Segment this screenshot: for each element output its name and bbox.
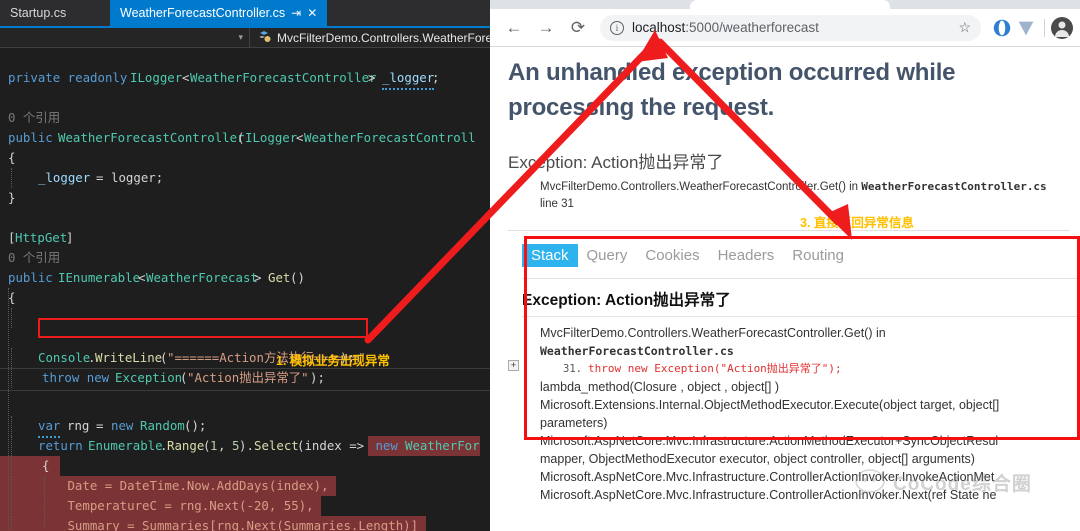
code-line: TemperatureC = rng.Next(-20, 55), bbox=[0, 476, 520, 516]
back-icon[interactable]: ← bbox=[498, 12, 530, 44]
code-line: } bbox=[8, 190, 16, 205]
editor-tab-label: Startup.cs bbox=[10, 6, 67, 20]
code-line: { bbox=[8, 150, 16, 165]
annotation-1: 1. 模拟业务出现异常 bbox=[276, 354, 390, 368]
avatar[interactable] bbox=[1050, 16, 1074, 40]
tab-query[interactable]: Query bbox=[578, 244, 637, 267]
code-line: { bbox=[8, 290, 16, 305]
pin-icon[interactable]: ⇥ bbox=[291, 7, 301, 19]
opera-touch-icon[interactable] bbox=[991, 17, 1013, 39]
code-line: { bbox=[0, 436, 520, 476]
code-line: _logger = logger; bbox=[0, 148, 520, 188]
stack-frame: Microsoft.Extensions.Internal.ObjectMeth… bbox=[540, 398, 1000, 412]
class-member-icon bbox=[259, 31, 271, 42]
tab-cookies[interactable]: Cookies bbox=[636, 244, 708, 267]
annotation-3: 3. 直接返回异常信息 bbox=[800, 216, 914, 230]
editor-tab-strip: Startup.cs WeatherForecastController.cs … bbox=[0, 0, 520, 26]
exception-subtitle: Exception: Action抛出异常了 bbox=[508, 153, 724, 172]
url-host: localhost bbox=[632, 20, 686, 35]
code-line: var rng = new Random (); bbox=[0, 396, 520, 438]
editor-separator bbox=[0, 368, 520, 369]
stack-frame: parameters) bbox=[540, 416, 608, 430]
bookmark-star-icon[interactable]: ☆ bbox=[958, 19, 971, 36]
browser-toolbar: ← → ⟳ i localhost:5000/weatherforecast ☆ bbox=[490, 9, 1080, 47]
top-stack-frame: MvcFilterDemo.Controllers.WeatherForecas… bbox=[540, 178, 1080, 213]
editor-separator bbox=[0, 390, 520, 391]
url-path: :5000/weatherforecast bbox=[685, 20, 819, 35]
address-bar-url: localhost:5000/weatherforecast bbox=[632, 20, 819, 35]
browser-tab-active[interactable] bbox=[690, 0, 890, 9]
top-frame-line: line 31 bbox=[540, 198, 574, 210]
tab-stack[interactable]: Stack bbox=[522, 243, 578, 267]
code-editor[interactable]: private readonly ILogger < WeatherForecastC… bbox=[0, 48, 520, 531]
stack-frame: Microsoft.AspNetCore.Mvc.Infrastructure.… bbox=[540, 434, 999, 448]
navbar-type-dropdown[interactable]: ▾ bbox=[0, 27, 250, 48]
throw-line-highlight-box bbox=[38, 318, 368, 338]
divider bbox=[522, 278, 1080, 279]
toolbar-divider bbox=[1044, 18, 1045, 37]
navbar-member-label: MvcFilterDemo.Controllers.WeatherFore bbox=[277, 30, 493, 45]
editor-tab-startup[interactable]: Startup.cs bbox=[0, 0, 77, 26]
code-line: [HttpGet] bbox=[8, 230, 74, 245]
address-bar[interactable]: i localhost:5000/weatherforecast ☆ bbox=[600, 14, 981, 41]
code-line: Date = DateTime.Now.AddDays(index), bbox=[0, 456, 520, 496]
editor-tab-label: WeatherForecastController.cs bbox=[120, 6, 286, 20]
divider bbox=[508, 230, 1070, 231]
tab-headers[interactable]: Headers bbox=[709, 244, 784, 267]
source-line-code: throw new Exception("Action抛出异常了"); bbox=[588, 362, 842, 375]
editor-tab-weatherforecastcontroller[interactable]: WeatherForecastController.cs ⇥ ✕ bbox=[110, 0, 328, 26]
source-line-number: 31. bbox=[563, 363, 582, 375]
panel-tabs: Stack Query Cookies Headers Routing bbox=[522, 238, 853, 272]
stack-frame: mapper, ObjectMethodExecutor executor, o… bbox=[540, 452, 975, 466]
stack-frame: Microsoft.AspNetCore.Mvc.Infrastructure.… bbox=[540, 470, 995, 484]
source-line-row: 31. throw new Exception("Action抛出异常了"); bbox=[540, 360, 1080, 378]
top-frame-file: WeatherForecastController.cs bbox=[861, 180, 1047, 193]
code-line: Summary = Summaries[rng.Next(Summaries.L… bbox=[0, 496, 520, 531]
navbar-member-dropdown[interactable]: MvcFilterDemo.Controllers.WeatherFore bbox=[250, 28, 520, 48]
page-title: An unhandled exception occurred while pr… bbox=[508, 59, 956, 121]
code-navigation-bar: ▾ MvcFilterDemo.Controllers.WeatherFore bbox=[0, 27, 520, 48]
stack-frame-signature: MvcFilterDemo.Controllers.WeatherForecas… bbox=[540, 326, 886, 340]
stack-trace-list: + MvcFilterDemo.Controllers.WeatherForec… bbox=[508, 324, 1080, 504]
browser-tab-strip bbox=[490, 0, 1080, 9]
top-frame-plain: MvcFilterDemo.Controllers.WeatherForecas… bbox=[540, 181, 862, 193]
code-line bbox=[0, 288, 520, 328]
tab-routing[interactable]: Routing bbox=[783, 244, 853, 267]
site-info-icon[interactable]: i bbox=[610, 20, 624, 35]
code-line: 0 个引用 bbox=[0, 88, 520, 125]
stack-frame: Microsoft.AspNetCore.Mvc.Infrastructure.… bbox=[540, 488, 997, 502]
v-shield-icon[interactable] bbox=[1015, 17, 1037, 39]
expand-source-button[interactable]: + bbox=[508, 360, 519, 371]
code-line-throw: throw new Exception("Action抛出异常了"); bbox=[0, 348, 520, 388]
stack-frame: lambda_method(Closure , object , object[… bbox=[540, 380, 780, 394]
code-line: ) bbox=[0, 516, 520, 531]
code-line: return Enumerable. Range(1, 5). Select (index… bbox=[0, 416, 520, 456]
stack-frame-file: WeatherForecastController.cs bbox=[540, 344, 734, 358]
reload-icon[interactable]: ⟳ bbox=[562, 12, 594, 44]
code-line: public IEnumerable < WeatherForecast > Get() bbox=[8, 270, 305, 285]
chrome-browser-window: ← → ⟳ i localhost:5000/weatherforecast ☆… bbox=[490, 0, 1080, 531]
error-page: An unhandled exception occurred while pr… bbox=[490, 48, 1080, 531]
close-icon[interactable]: ✕ bbox=[307, 7, 317, 19]
indent-guide bbox=[8, 288, 9, 531]
stack-frame-source[interactable]: MvcFilterDemo.Controllers.WeatherForecas… bbox=[522, 324, 1080, 378]
code-line: 0 个引用 bbox=[0, 228, 520, 265]
forward-icon[interactable]: → bbox=[530, 12, 562, 44]
divider bbox=[522, 316, 1080, 317]
chevron-down-icon: ▾ bbox=[238, 32, 243, 42]
exception-heading: Exception: Action抛出异常了 bbox=[522, 292, 731, 309]
visual-studio-window: Startup.cs WeatherForecastController.cs … bbox=[0, 0, 520, 531]
code-line: public WeatherForecastController(ILogger <… bbox=[8, 130, 476, 145]
code-line: private readonly ILogger < WeatherForecastC… bbox=[0, 48, 520, 90]
